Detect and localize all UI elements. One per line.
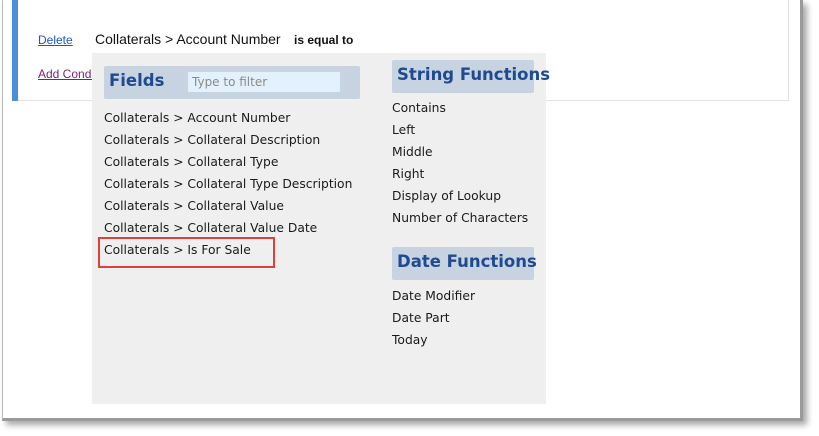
string-function-display-of-lookup[interactable]: Display of Lookup xyxy=(392,188,528,210)
condition-accent-bar xyxy=(12,0,18,101)
string-functions-header: String Functions xyxy=(392,60,550,93)
field-function-dropdown: Fields Collaterals > Account Number Coll… xyxy=(92,53,550,404)
string-function-contains[interactable]: Contains xyxy=(392,100,528,122)
delete-link[interactable]: Delete xyxy=(38,33,73,47)
string-function-left[interactable]: Left xyxy=(392,122,528,144)
string-functions-list: Contains Left Middle Right Display of Lo… xyxy=(392,100,528,232)
fields-header: Fields xyxy=(104,66,360,99)
field-filter-input[interactable] xyxy=(187,71,341,93)
add-condition-link[interactable]: Add Condition xyxy=(38,67,96,81)
date-functions-title: Date Functions xyxy=(397,252,537,271)
fields-title: Fields xyxy=(109,71,165,90)
field-item-collateral-type-description[interactable]: Collaterals > Collateral Type Descriptio… xyxy=(104,176,352,198)
field-item-account-number[interactable]: Collaterals > Account Number xyxy=(104,110,352,132)
date-functions-header: Date Functions xyxy=(392,247,537,280)
field-item-collateral-description[interactable]: Collaterals > Collateral Description xyxy=(104,132,352,154)
string-function-middle[interactable]: Middle xyxy=(392,144,528,166)
string-function-right[interactable]: Right xyxy=(392,166,528,188)
string-function-number-of-characters[interactable]: Number of Characters xyxy=(392,210,528,232)
condition-field-label[interactable]: Collaterals > Account Number xyxy=(95,31,281,47)
date-functions-list: Date Modifier Date Part Today xyxy=(392,288,475,354)
date-function-date-modifier[interactable]: Date Modifier xyxy=(392,288,475,310)
field-item-collateral-value[interactable]: Collaterals > Collateral Value xyxy=(104,198,352,220)
field-item-collateral-type[interactable]: Collaterals > Collateral Type xyxy=(104,154,352,176)
is-for-sale-highlight-box xyxy=(98,237,275,268)
date-function-today[interactable]: Today xyxy=(392,332,475,354)
condition-operator-label[interactable]: is equal to xyxy=(294,33,353,47)
date-function-date-part[interactable]: Date Part xyxy=(392,310,475,332)
string-functions-title: String Functions xyxy=(397,65,551,84)
